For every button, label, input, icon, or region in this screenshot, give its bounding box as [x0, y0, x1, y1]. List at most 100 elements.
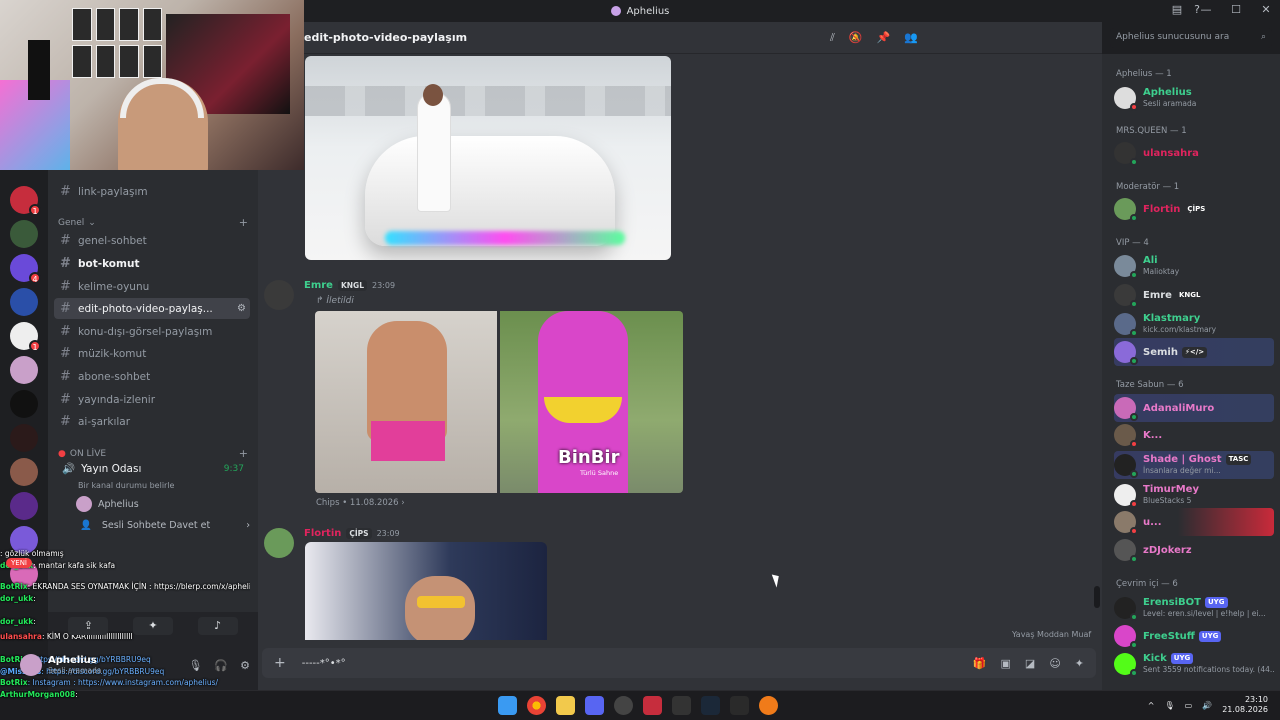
- server-icon[interactable]: 1: [10, 186, 41, 216]
- member-item[interactable]: Aphelius Sesli aramada: [1114, 84, 1274, 112]
- member-item[interactable]: AdanaliMuro: [1114, 394, 1274, 422]
- soundboard-icon[interactable]: ♪: [197, 617, 238, 635]
- member-item[interactable]: ErensiBOT UYG Level: eren.si/level | e!hel…: [1114, 594, 1274, 622]
- threads-icon[interactable]: ⫽: [830, 31, 835, 45]
- voice-channel-yayin-odasi[interactable]: 🔊 Yayın Odası 9:37: [54, 462, 250, 476]
- add-channel-icon[interactable]: +: [239, 447, 248, 460]
- member-item[interactable]: Ali Malioktay: [1114, 252, 1274, 280]
- message-author[interactable]: Flortin: [304, 528, 341, 539]
- member-item[interactable]: u...: [1114, 508, 1274, 536]
- member-group-header: Çevrim içi — 6: [1116, 579, 1178, 589]
- category-genel[interactable]: Genel ⌄ +: [58, 216, 248, 229]
- server-icon[interactable]: [10, 356, 38, 384]
- discord-icon[interactable]: [585, 696, 604, 715]
- close-icon[interactable]: ✕: [1258, 3, 1274, 16]
- server-icon[interactable]: [10, 424, 38, 452]
- member-group-header: Moderatör — 1: [1116, 182, 1180, 192]
- member-item[interactable]: Semih ⚡</>: [1114, 338, 1274, 366]
- member-item[interactable]: Kick UYG Sent 3559 notifications today. (4…: [1114, 650, 1274, 678]
- gif-icon[interactable]: ▣: [1001, 657, 1011, 670]
- member-item[interactable]: Shade | Ghost TASC İnsanlara değer mi...: [1114, 451, 1274, 479]
- voice-invite-button[interactable]: 👤 Sesli Sohbete Davet et ›: [80, 520, 250, 531]
- tray-chevron-icon[interactable]: ^: [1148, 701, 1155, 710]
- emoji-icon[interactable]: ☺: [1049, 657, 1060, 670]
- member-item[interactable]: FreeStuff UYG: [1114, 622, 1274, 650]
- network-icon[interactable]: ▭: [1185, 701, 1193, 710]
- add-attachment-icon[interactable]: +: [274, 655, 286, 671]
- voice-participant[interactable]: Aphelius: [76, 496, 139, 512]
- minimize-icon[interactable]: —: [1198, 3, 1214, 16]
- hash-icon: #: [60, 279, 71, 294]
- member-item[interactable]: ulansahra: [1114, 139, 1274, 167]
- add-channel-icon[interactable]: +: [239, 216, 248, 229]
- channel-kelime-oyunu[interactable]: # kelime-oyunu: [54, 276, 250, 297]
- scrollbar[interactable]: [1094, 586, 1100, 608]
- channel-settings-icon[interactable]: ⚙: [237, 303, 246, 314]
- avatar[interactable]: [264, 280, 294, 310]
- members-icon[interactable]: 👥: [904, 31, 918, 45]
- member-item[interactable]: Flortin ÇİPS: [1114, 195, 1274, 223]
- pin-icon[interactable]: 📌: [877, 31, 891, 45]
- message-input[interactable]: + -----*°•*° 🎁 ▣ ◪ ☺ ✦: [262, 648, 1096, 678]
- steam-icon[interactable]: [701, 696, 720, 715]
- epic-games-icon[interactable]: [730, 696, 749, 715]
- server-icon[interactable]: [10, 458, 38, 486]
- apps-icon[interactable]: ✦: [1075, 657, 1084, 670]
- member-item[interactable]: zDJokerz: [1114, 536, 1274, 564]
- channel-link-paylasim[interactable]: # link-paylaşım: [54, 181, 250, 202]
- channel-bot-komut[interactable]: # bot-komut: [54, 253, 250, 274]
- image-attachment[interactable]: [315, 311, 497, 493]
- channel-konu-disi[interactable]: # konu-dışı-görsel-paylaşım: [54, 321, 250, 342]
- chrome-icon[interactable]: [527, 696, 546, 715]
- hash-icon: #: [60, 324, 71, 339]
- channel-abone-sohbet[interactable]: # abone-sohbet: [54, 366, 250, 387]
- search-input[interactable]: Aphelius sunucusunu ara ⌕: [1110, 28, 1272, 48]
- voice-status[interactable]: Bir kanal durumu belirle: [78, 481, 174, 490]
- member-item[interactable]: TimurMey BlueStacks 5: [1114, 481, 1274, 509]
- server-icon[interactable]: 4: [10, 254, 41, 284]
- member-item[interactable]: K...: [1114, 421, 1274, 449]
- member-item[interactable]: Emre KNGL: [1114, 281, 1274, 309]
- app-icon[interactable]: [643, 696, 662, 715]
- channel-muzik-komut[interactable]: # müzik-komut: [54, 343, 250, 364]
- inbox-icon[interactable]: ▤: [1172, 3, 1182, 16]
- gift-icon[interactable]: 🎁: [973, 657, 987, 670]
- image-attachment[interactable]: BinBir Türlü Sahne: [500, 311, 683, 493]
- microphone-icon[interactable]: 🎙: [188, 659, 202, 672]
- forward-source-link[interactable]: Chips • 11.08.2026 ›: [316, 498, 405, 508]
- sticker-icon[interactable]: ◪: [1025, 657, 1035, 670]
- server-icon[interactable]: [10, 288, 38, 316]
- notifications-off-icon[interactable]: 🔕: [849, 31, 863, 45]
- windows-start-icon[interactable]: [498, 696, 517, 715]
- channel-genel-sohbet[interactable]: # genel-sohbet: [54, 230, 250, 251]
- app-icon[interactable]: [672, 696, 691, 715]
- chat-line: dor_ukk:: [0, 593, 36, 603]
- activities-icon[interactable]: ✦: [132, 617, 173, 635]
- image-attachment[interactable]: [305, 56, 671, 260]
- file-explorer-icon[interactable]: [556, 696, 575, 715]
- image-attachment[interactable]: [305, 542, 547, 640]
- app-icon[interactable]: [759, 696, 778, 715]
- volume-icon[interactable]: 🔊: [1202, 701, 1212, 710]
- avatar[interactable]: [264, 528, 294, 558]
- channel-edit-photo-video[interactable]: # edit-photo-video-paylaş... ⚙: [54, 298, 250, 319]
- category-on-live[interactable]: ● ON LİVE +: [58, 447, 248, 460]
- screen-share-icon[interactable]: ⇪: [68, 617, 109, 635]
- member-item[interactable]: Klastmary kick.com/klastmary: [1114, 310, 1274, 338]
- server-icon[interactable]: [10, 390, 38, 418]
- clock[interactable]: 23:10 21.08.2026: [1222, 695, 1268, 715]
- mic-tray-icon[interactable]: 🎙: [1165, 701, 1175, 710]
- user-avatar[interactable]: [20, 654, 42, 676]
- slowmode-status: Yavaş Moddan Muaf: [1012, 630, 1092, 639]
- channel-ai-sarkilar[interactable]: # ai-şarkılar: [54, 411, 250, 432]
- maximize-icon[interactable]: ☐: [1228, 3, 1244, 16]
- headphones-icon[interactable]: 🎧: [214, 659, 228, 672]
- chevron-down-icon: ⌄: [88, 217, 96, 228]
- server-icon[interactable]: [10, 220, 38, 248]
- user-settings-icon[interactable]: ⚙: [240, 659, 250, 672]
- message-author[interactable]: Emre: [304, 280, 333, 291]
- server-icon[interactable]: 1: [10, 322, 41, 352]
- channel-yayinda-izlenir[interactable]: # yayında-izlenir: [54, 389, 250, 410]
- obs-icon[interactable]: [614, 696, 633, 715]
- server-icon[interactable]: [10, 492, 38, 520]
